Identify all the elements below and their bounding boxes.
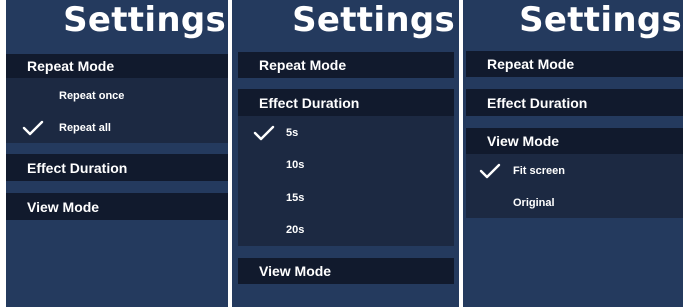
section-label: Effect Duration (27, 159, 128, 176)
option-label: 20s (286, 224, 305, 236)
section-effect-duration[interactable]: Effect Duration (466, 89, 683, 116)
section-label: View Mode (27, 198, 100, 215)
section-effect-duration[interactable]: Effect Duration (238, 89, 454, 116)
section-label: Effect Duration (487, 94, 588, 111)
section-repeat-mode[interactable]: Repeat Mode (6, 54, 228, 78)
section-label: Effect Duration (259, 94, 360, 111)
section-label: Repeat Mode (259, 57, 347, 73)
section-view-mode[interactable]: View Mode (6, 193, 228, 220)
section-effect-duration[interactable]: Effect Duration (6, 154, 228, 181)
section-view-mode[interactable]: View Mode (238, 258, 454, 284)
checkmark-icon (253, 125, 275, 141)
option-repeat-all[interactable]: Repeat all (6, 118, 228, 138)
option-5s[interactable]: 5s (238, 122, 454, 144)
checkmark-icon (479, 163, 501, 179)
section-label: View Mode (259, 263, 332, 279)
settings-panel-repeat-mode: Settings Repeat Mode Repeat once Repeat … (6, 0, 228, 307)
settings-panel-effect-duration: Settings Repeat Mode Effect Duration 5s … (232, 0, 459, 307)
view-mode-options: Fit screen Original (466, 154, 683, 218)
effect-duration-options: 5s 10s 15s 20s (238, 116, 454, 246)
option-original[interactable]: Original (466, 192, 683, 214)
option-label: Repeat once (59, 90, 125, 102)
option-label: 15s (286, 192, 305, 204)
option-20s[interactable]: 20s (238, 219, 454, 241)
page-title: Settings (519, 0, 682, 40)
option-label: 5s (286, 127, 299, 139)
section-label: Repeat Mode (27, 58, 115, 74)
option-fit-screen[interactable]: Fit screen (466, 160, 683, 182)
option-label: Fit screen (513, 165, 565, 177)
option-15s[interactable]: 15s (238, 187, 454, 209)
option-10s[interactable]: 10s (238, 154, 454, 176)
page-title: Settings (292, 0, 455, 40)
section-label: Repeat Mode (487, 56, 575, 72)
option-repeat-once[interactable]: Repeat once (6, 86, 228, 106)
settings-panel-view-mode: Settings Repeat Mode Effect Duration Vie… (463, 0, 683, 307)
option-label: 10s (286, 159, 305, 171)
section-repeat-mode[interactable]: Repeat Mode (238, 52, 454, 78)
option-label: Repeat all (59, 122, 111, 134)
section-label: View Mode (487, 133, 560, 149)
checkmark-icon (22, 120, 44, 136)
page-title: Settings (63, 0, 226, 40)
option-label: Original (513, 197, 555, 209)
section-view-mode[interactable]: View Mode (466, 128, 683, 154)
repeat-mode-options: Repeat once Repeat all (6, 78, 228, 143)
section-repeat-mode[interactable]: Repeat Mode (466, 51, 683, 77)
